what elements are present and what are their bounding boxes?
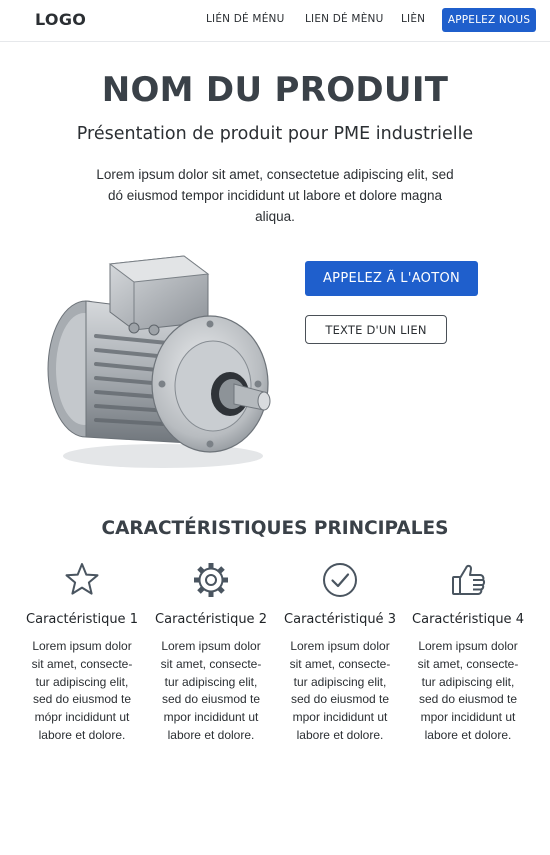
feature-card-2: Caractéristique 2 Lorem ipsum dolor sit …: [146, 560, 276, 745]
call-to-action-button[interactable]: APPELEZ Ã L'AOTON: [305, 261, 478, 296]
feature-text: Lorem ipsum dolor sit amet, consecte-tur…: [160, 639, 262, 742]
product-title: NOM DU PRODUIT: [101, 70, 449, 110]
feature-title: Caractéristique 2: [155, 612, 267, 627]
feature-card-1: Caractéristique 1 Lorem ipsum dolor sit …: [17, 560, 147, 745]
call-us-button[interactable]: APPELEZ NOUS: [442, 8, 536, 32]
feature-text: Lorem ipsum dolor sit amet, consecte-tur…: [417, 639, 519, 742]
features-heading: CARACTÉRISTIQUES PRINCIPALES: [101, 518, 449, 539]
product-subtitle: Présentation de produit pour PME industr…: [76, 124, 474, 144]
top-navbar: LOGO LIÉN DÉ MÉNU LIEN DÉ MÈNU LIÈN APPE…: [0, 0, 550, 42]
feature-text: Lorem ipsum dolor sit amet, consecte-tur…: [289, 639, 391, 742]
feature-text: Lorem ipsum dolor sit amet, consecte-tur…: [31, 639, 133, 742]
check-circle-icon: [323, 563, 357, 597]
product-description: Lorem ipsum dolor sit amet, consectetue …: [96, 167, 454, 224]
feature-card-3: Caractéristiqué 3 Lorem ipsum dolor sit …: [275, 560, 405, 745]
feature-title: Caractéristique 4: [412, 612, 524, 627]
nav-link-3[interactable]: LIÈN: [401, 13, 425, 25]
feature-title: Caractéristiqué 3: [284, 612, 396, 627]
nav-link-1[interactable]: LIÉN DÉ MÉNU: [206, 13, 284, 25]
nav-link-2[interactable]: LIEN DÉ MÈNU: [305, 13, 383, 25]
thumbs-up-icon: [452, 564, 486, 595]
text-link-button[interactable]: TEXTE D'UN LIEN: [305, 315, 447, 344]
electric-motor-image: [47, 255, 271, 468]
logo[interactable]: LOGO: [35, 10, 86, 29]
feature-card-4: Caractéristique 4 Lorem ipsum dolor sit …: [403, 560, 533, 745]
gear-icon: [194, 563, 228, 597]
star-icon: [65, 563, 99, 595]
feature-title: Caractéristique 1: [26, 612, 138, 627]
